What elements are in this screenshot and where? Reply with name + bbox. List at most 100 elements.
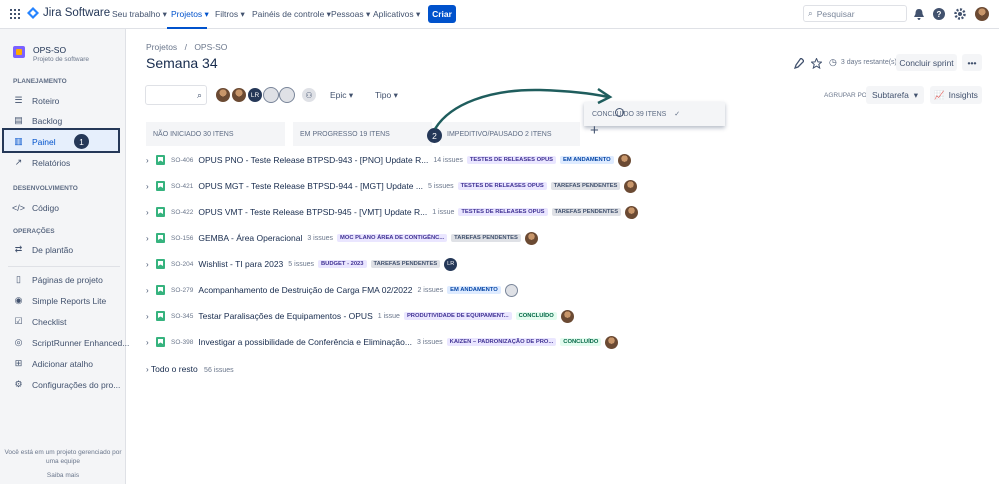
issue-summary[interactable]: Acompanhamento de Destruição de Carga FM…: [198, 285, 412, 295]
expand-chevron-icon[interactable]: ›: [146, 286, 156, 295]
expand-chevron-icon[interactable]: ›: [146, 338, 156, 347]
breadcrumb-projects[interactable]: Projetos: [146, 42, 177, 52]
sidebar-item-add-shortcut[interactable]: ⊞ Adicionar atalho: [13, 358, 93, 369]
insights-button[interactable]: 📈 Insights: [930, 86, 982, 104]
sidebar-item-codigo[interactable]: </> Código: [12, 202, 59, 213]
story-icon: [156, 233, 165, 243]
expand-chevron-icon[interactable]: ›: [146, 260, 156, 269]
assignee-avatar[interactable]: [524, 231, 538, 245]
learn-more-link[interactable]: Saiba mais: [4, 472, 122, 479]
notifications-bell-icon[interactable]: [912, 7, 926, 21]
issue-key[interactable]: SO-421: [171, 183, 193, 190]
scriptrunner-icon: ◎: [14, 337, 23, 347]
star-icon[interactable]: [809, 56, 823, 70]
app-switcher-icon[interactable]: [10, 9, 20, 19]
breadcrumb-project[interactable]: OPS-SO: [194, 42, 227, 52]
issue-summary[interactable]: OPUS PNO - Teste Release BTPSD-943 - [PN…: [198, 155, 428, 165]
issue-key[interactable]: SO-422: [171, 209, 193, 216]
nav-active-indicator: [167, 27, 207, 29]
issue-count: 3 issues: [416, 338, 443, 346]
more-actions-button[interactable]: •••: [962, 54, 982, 71]
issue-key[interactable]: SO-156: [171, 235, 193, 242]
story-icon: [156, 285, 165, 295]
issue-key[interactable]: SO-406: [171, 157, 193, 164]
assignee-avatar[interactable]: [625, 205, 639, 219]
swimlane-row[interactable]: › SO-204 Wishlist - TI para 2023 5 issues BU…: [146, 257, 458, 271]
issue-summary[interactable]: Investigar a possibilidade de Conferênci…: [198, 337, 412, 347]
assignee-avatar[interactable]: [624, 179, 638, 193]
assignee-avatar[interactable]: [605, 335, 619, 349]
group-by-dropdown[interactable]: Subtarefa ▾: [866, 86, 924, 104]
nav-projetos[interactable]: Projetos ▾: [171, 9, 209, 20]
expand-chevron-icon[interactable]: ›: [146, 156, 156, 165]
sidebar-item-backlog[interactable]: ▤ Backlog: [13, 115, 62, 126]
epic-filter-dropdown[interactable]: Epic ▾: [330, 90, 353, 101]
assignee-avatar[interactable]: [560, 309, 574, 323]
create-button[interactable]: Criar: [428, 5, 456, 23]
project-name[interactable]: OPS-SO: [33, 45, 66, 55]
breadcrumb: Projetos / OPS-SO: [146, 42, 228, 52]
clock-icon: ◷: [829, 57, 837, 67]
filter-avatar-unassigned-2[interactable]: [279, 87, 295, 103]
nav-paineis[interactable]: Painéis de controle ▾: [252, 9, 331, 20]
column-header-in-progress[interactable]: EM PROGRESSO 19 ITENS: [293, 122, 432, 146]
complete-sprint-button[interactable]: Concluir sprint: [896, 54, 957, 71]
sidebar-item-scriptrunner[interactable]: ◎ ScriptRunner Enhanced...: [13, 337, 130, 348]
sidebar-item-simple-reports[interactable]: ◉ Simple Reports Lite: [13, 295, 107, 306]
unassigned-avatar[interactable]: [504, 283, 518, 297]
global-search-input[interactable]: ⌕ Pesquisar: [803, 5, 907, 22]
swimlane-row[interactable]: › SO-345 Testar Paralisações de Equipament…: [146, 309, 574, 323]
filter-avatar-1[interactable]: [215, 87, 231, 103]
nav-seu-trabalho[interactable]: Seu trabalho ▾: [112, 9, 167, 20]
swimlane-row[interactable]: › SO-279 Acompanhamento de Destruição de C…: [146, 283, 518, 297]
sidebar-item-paginas[interactable]: ▯ Páginas de projeto: [13, 274, 103, 285]
sidebar-item-plantao[interactable]: ⇄ De plantão: [13, 244, 73, 255]
swimlane-row[interactable]: › SO-406 OPUS PNO - Teste Release BTPSD-94…: [146, 153, 631, 167]
issue-key[interactable]: SO-279: [171, 287, 193, 294]
assignee-avatar[interactable]: LR: [444, 257, 458, 271]
issue-summary[interactable]: GEMBA - Área Operacional: [198, 233, 302, 243]
sidebar-item-painel[interactable]: ▥ Painel: [13, 136, 55, 147]
checklist-icon: ☑: [14, 316, 23, 326]
add-people-icon[interactable]: ⚇: [301, 87, 317, 103]
sidebar-item-roteiro[interactable]: ☰ Roteiro: [13, 95, 59, 106]
profile-avatar[interactable]: [975, 7, 989, 21]
sidebar-item-checklist[interactable]: ☑ Checklist: [13, 316, 66, 327]
everything-else-row[interactable]: › Todo o resto 56 issues: [146, 364, 234, 374]
nav-filtros[interactable]: Filtros ▾: [215, 9, 245, 20]
section-development: DESENVOLVIMENTO: [13, 185, 78, 192]
issue-summary[interactable]: Wishlist - TI para 2023: [198, 259, 283, 269]
sidebar-item-settings[interactable]: ⚙ Configurações do pro...: [13, 379, 120, 390]
expand-chevron-icon[interactable]: ›: [146, 312, 156, 321]
issue-key[interactable]: SO-345: [171, 313, 193, 320]
column-header-todo[interactable]: NÃO INICIADO 30 ITENS: [146, 122, 285, 146]
settings-gear-icon[interactable]: [953, 7, 967, 21]
expand-chevron-icon[interactable]: ›: [146, 182, 156, 191]
sidebar-divider: [8, 266, 120, 267]
filter-avatar-unassigned-1[interactable]: [263, 87, 279, 103]
assignee-avatar[interactable]: [617, 153, 631, 167]
nav-aplicativos[interactable]: Aplicativos ▾: [373, 9, 420, 20]
type-filter-dropdown[interactable]: Tipo ▾: [375, 90, 398, 101]
filter-avatar-2[interactable]: [231, 87, 247, 103]
sidebar-item-relatorios[interactable]: ↗ Relatórios: [13, 157, 71, 168]
filter-avatar-lr[interactable]: LR: [247, 87, 263, 103]
swimlane-row[interactable]: › SO-421 OPUS MGT - Teste Release BTPSD-94…: [146, 179, 638, 193]
expand-chevron-icon[interactable]: ›: [146, 234, 156, 243]
help-icon[interactable]: ?: [932, 7, 946, 21]
issue-summary[interactable]: Testar Paralisações de Equipamentos - OP…: [198, 311, 372, 321]
swimlane-row[interactable]: › SO-422 OPUS VMT - Teste Release BTPSD-94…: [146, 205, 639, 219]
swimlane-row[interactable]: › SO-156 GEMBA - Área Operacional 3 issues M…: [146, 231, 538, 245]
issue-key[interactable]: SO-204: [171, 261, 193, 268]
epic-lozenge: TESTES DE RELEASES OPUS: [466, 156, 556, 164]
board-icon: ▥: [14, 136, 23, 146]
issue-key[interactable]: SO-398: [171, 339, 193, 346]
issue-summary[interactable]: OPUS VMT - Teste Release BTPSD-945 - [VM…: [198, 207, 427, 217]
swimlane-row[interactable]: › SO-398 Investigar a possibilidade de Con…: [146, 335, 619, 349]
release-icon[interactable]: [792, 56, 806, 70]
board-search-input[interactable]: ⌕: [145, 85, 207, 105]
nav-pessoas[interactable]: Pessoas ▾: [331, 9, 370, 20]
expand-chevron-icon[interactable]: ›: [146, 208, 156, 217]
jira-logo[interactable]: Jira Software: [27, 7, 110, 19]
issue-summary[interactable]: OPUS MGT - Teste Release BTPSD-944 - [MG…: [198, 181, 423, 191]
